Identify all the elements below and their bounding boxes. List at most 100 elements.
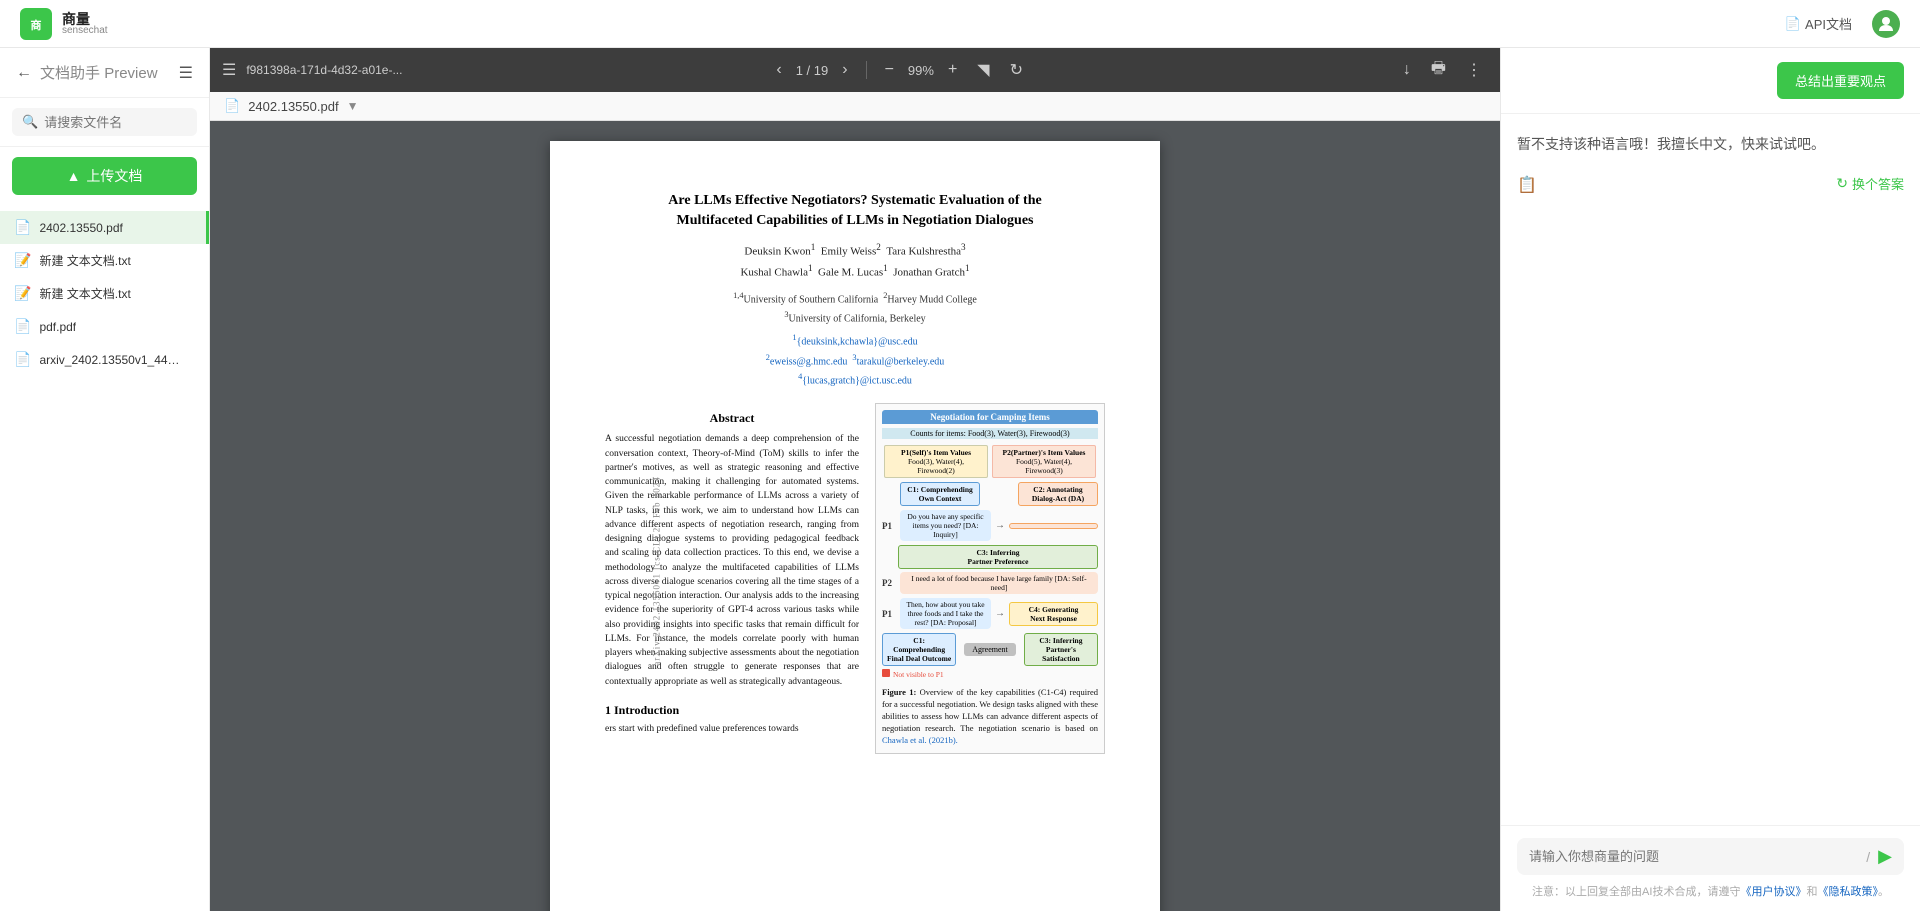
- send-button[interactable]: ▶: [1878, 846, 1892, 867]
- file-list: 📄 2402.13550.pdf 📝 新建 文本文档.txt 📝 新建 文本文档…: [0, 205, 209, 911]
- svg-text:商: 商: [31, 18, 42, 32]
- zoom-in-button[interactable]: +: [942, 57, 963, 83]
- c3-satisfaction-box: C3: InferringPartner's Satisfaction: [1024, 633, 1098, 666]
- figure-box: Negotiation for Camping Items Counts for…: [875, 403, 1105, 753]
- sidebar-title: 文档助手 Preview: [40, 62, 158, 83]
- another-answer-button[interactable]: ↻ 换个答案: [1836, 174, 1904, 193]
- file-name: pdf.pdf: [39, 320, 76, 334]
- pdf-page-icon: 📄: [224, 98, 240, 114]
- p2-values: P2(Partner)'s Item ValuesFood(5), Water(…: [992, 445, 1096, 478]
- footer-note: 注意：以上回复全部由AI技术合成，请遵守《用户协议》和《隐私政策》。: [1517, 883, 1904, 899]
- search-icon: 🔍: [22, 114, 38, 130]
- file-name: 2402.13550.pdf: [39, 221, 122, 235]
- file-item[interactable]: 📄 2402.13550.pdf: [0, 211, 209, 244]
- chat-input[interactable]: [1529, 849, 1858, 864]
- paper-authors: Deuksin Kwon1 Emily Weiss2 Tara Kulshres…: [605, 240, 1105, 283]
- slash-icon[interactable]: /: [1866, 849, 1870, 865]
- intro-title: 1 Introduction: [605, 703, 859, 718]
- api-icon: 📄: [1785, 16, 1801, 32]
- two-col-layout: Abstract A successful negotiation demand…: [605, 403, 1105, 753]
- download-button[interactable]: ↓: [1397, 57, 1417, 83]
- upload-button[interactable]: ▲ 上传文档: [12, 157, 197, 195]
- dialog-bubble-1: Do you have any specific items you need?…: [900, 510, 991, 541]
- paper-emails: 1{deuksink,kchawla}@usc.edu 2eweiss@g.hm…: [605, 331, 1105, 389]
- main-layout: ← 文档助手 Preview ☰ 🔍 ▲ 上传文档 📄 2402.13550.p…: [0, 48, 1920, 911]
- figure-players: P1(Self)'s Item ValuesFood(3), Water(4),…: [882, 445, 1098, 478]
- c1-context-box: C1: ComprehendingOwn Context: [900, 482, 980, 506]
- top-bar: 商 商量 sensechat 📄 API文档: [0, 0, 1920, 48]
- chat-tools: / ▶: [1866, 846, 1892, 867]
- c2-annotating-box: C2: AnnotatingDialog-Act (DA): [1018, 482, 1098, 506]
- paper-title: Are LLMs Effective Negotiators? Systemat…: [605, 191, 1105, 230]
- fit-page-button[interactable]: ◥: [971, 56, 995, 84]
- abstract-text: A successful negotiation demands a deep …: [605, 432, 859, 689]
- dropdown-icon[interactable]: ▼: [347, 99, 359, 113]
- pdf-filename: f981398a-171d-4d32-a01e-...: [246, 63, 402, 77]
- pdf-icon: 📄: [14, 219, 31, 236]
- pdf-icon: 📄: [14, 318, 31, 335]
- back-icon[interactable]: ←: [16, 64, 32, 82]
- logo-text: 商量 sensechat: [62, 12, 108, 36]
- figure-title: Negotiation for Camping Items: [882, 410, 1098, 424]
- page-info: 1 / 19: [796, 63, 829, 78]
- prev-page-button[interactable]: ‹: [770, 57, 787, 83]
- paper-affiliations: 1,4University of Southern California 2Ha…: [605, 289, 1105, 328]
- more-options-button[interactable]: ⋮: [1460, 56, 1488, 84]
- agreement-row: C1: ComprehendingFinal Deal Outcome Agre…: [882, 633, 1098, 666]
- zoom-level: 99%: [908, 63, 934, 78]
- right-panel-footer: / ▶ 注意：以上回复全部由AI技术合成，请遵守《用户协议》和《隐私政策》。: [1501, 825, 1920, 911]
- copy-icon[interactable]: 📋: [1517, 175, 1537, 195]
- summarize-button[interactable]: 总结出重要观点: [1777, 62, 1904, 99]
- col-left: Abstract A successful negotiation demand…: [605, 403, 859, 753]
- dialog-bubble-3: Then, how about you take three foods and…: [900, 598, 991, 629]
- upload-icon: ▲: [67, 168, 81, 184]
- top-bar-right: 📄 API文档: [1785, 10, 1900, 38]
- abstract-title: Abstract: [605, 411, 859, 426]
- not-visible-note: Not visible to P1: [882, 669, 1098, 679]
- pdf-page-filename: 2402.13550.pdf: [248, 99, 338, 114]
- logo-area: 商 商量 sensechat: [20, 8, 108, 40]
- menu-icon[interactable]: ☰: [179, 63, 193, 83]
- api-link[interactable]: 📄 API文档: [1785, 14, 1852, 33]
- txt-icon: 📝: [14, 285, 31, 302]
- c2-box: [1009, 523, 1098, 529]
- sidebar: ← 文档助手 Preview ☰ 🔍 ▲ 上传文档 📄 2402.13550.p…: [0, 48, 210, 911]
- pdf-page-title-bar: 📄 2402.13550.pdf ▼: [210, 92, 1500, 121]
- dialog-row-3: P1 Then, how about you take three foods …: [882, 598, 1098, 629]
- right-panel-content: 暂不支持该种语言哦！我擅长中文，快来试试吧。 📋 ↻ 换个答案: [1501, 114, 1920, 825]
- dialog-row-2: P2 I need a lot of food because I have l…: [882, 572, 1098, 594]
- user-avatar[interactable]: [1872, 10, 1900, 38]
- file-item[interactable]: 📝 新建 文本文档.txt: [0, 277, 209, 310]
- arxiv-watermark: arXiv:2402.13550v1 [cs.CL] 21 Feb 2024: [652, 476, 662, 665]
- dialog-row-1: P1 Do you have any specific items you ne…: [882, 510, 1098, 541]
- dialog-bubble-2: I need a lot of food because I have larg…: [900, 572, 1098, 594]
- zoom-out-button[interactable]: −: [879, 57, 900, 83]
- search-bar: 🔍: [0, 98, 209, 147]
- pdf-page: arXiv:2402.13550v1 [cs.CL] 21 Feb 2024 A…: [550, 141, 1160, 911]
- print-button[interactable]: 🖶: [1425, 53, 1452, 88]
- c4-box: C4: GeneratingNext Response: [1009, 602, 1098, 626]
- chat-input-wrap: / ▶: [1517, 838, 1904, 875]
- col-right: Negotiation for Camping Items Counts for…: [875, 403, 1105, 753]
- file-item[interactable]: 📄 pdf.pdf: [0, 310, 209, 343]
- intro-text: ers start with predefined value preferen…: [605, 722, 859, 736]
- hamburger-icon[interactable]: ☰: [222, 60, 236, 80]
- pdf-area: ☰ f981398a-171d-4d32-a01e-... ‹ 1 / 19 ›…: [210, 48, 1500, 911]
- next-page-button[interactable]: ›: [836, 57, 853, 83]
- rotate-button[interactable]: ↻: [1004, 56, 1029, 84]
- c3-partner-box: C3: InferringPartner Preference: [898, 545, 1098, 569]
- right-panel-header: 总结出重要观点: [1501, 48, 1920, 114]
- agreement-btn: Agreement: [964, 643, 1016, 656]
- sidebar-header: ← 文档助手 Preview ☰: [0, 48, 209, 98]
- pdf-icon: 📄: [14, 351, 31, 368]
- pdf-content-area[interactable]: arXiv:2402.13550v1 [cs.CL] 21 Feb 2024 A…: [210, 121, 1500, 911]
- search-input[interactable]: [44, 115, 187, 130]
- file-item[interactable]: 📄 arxiv_2402.13550v1_44d3...: [0, 343, 209, 376]
- p1-values: P1(Self)'s Item ValuesFood(3), Water(4),…: [884, 445, 988, 478]
- c1-final-box: C1: ComprehendingFinal Deal Outcome: [882, 633, 956, 666]
- logo-icon: 商: [20, 8, 52, 40]
- figure-caption: Figure 1: Overview of the key capabiliti…: [882, 687, 1098, 746]
- file-item[interactable]: 📝 新建 文本文档.txt: [0, 244, 209, 277]
- txt-icon: 📝: [14, 252, 31, 269]
- right-panel: 总结出重要观点 暂不支持该种语言哦！我擅长中文，快来试试吧。 📋 ↻ 换个答案 …: [1500, 48, 1920, 911]
